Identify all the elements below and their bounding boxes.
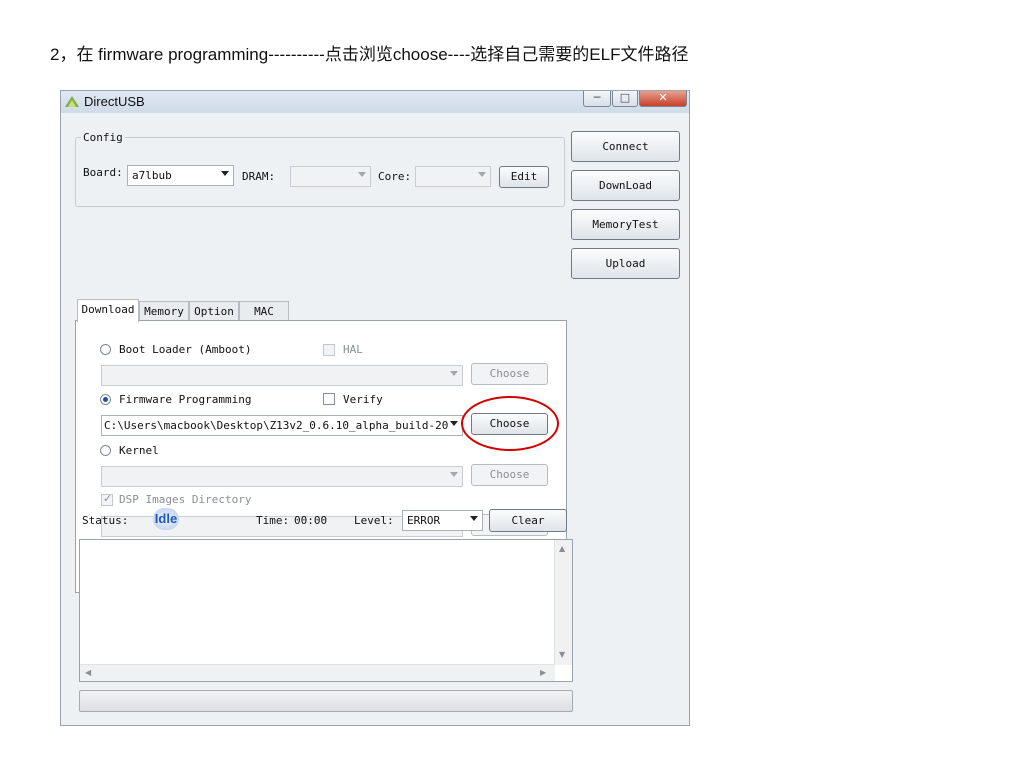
board-select[interactable]: a7lbub: [127, 165, 234, 186]
hal-checkbox[interactable]: [323, 344, 335, 356]
core-select[interactable]: [415, 166, 491, 187]
hal-label: HAL: [343, 343, 363, 356]
dram-select[interactable]: [290, 166, 371, 187]
instruction-caption: 2，在 firmware programming----------点击浏览ch…: [50, 45, 689, 64]
time-value: 00:00: [294, 514, 328, 527]
download-button[interactable]: DownLoad: [571, 170, 680, 201]
boot-loader-path-select[interactable]: [101, 365, 463, 386]
memory-test-button[interactable]: MemoryTest: [571, 209, 680, 240]
progress-bar: [79, 690, 573, 712]
board-value: a7lbub: [132, 169, 172, 182]
chevron-down-icon: [450, 421, 458, 426]
core-label: Core:: [378, 170, 412, 183]
verify-label: Verify: [343, 393, 383, 406]
dsp-images-label: DSP Images Directory: [119, 493, 252, 506]
clear-button[interactable]: Clear: [489, 509, 567, 532]
chevron-down-icon: [450, 371, 458, 376]
chevron-down-icon: [221, 171, 229, 176]
dsp-images-checkbox[interactable]: ✓: [101, 492, 113, 506]
tab-memory[interactable]: Memory: [139, 301, 189, 322]
kernel-label: Kernel: [119, 444, 159, 457]
chevron-down-icon: [478, 172, 486, 177]
tab-option[interactable]: Option: [189, 301, 239, 322]
arrow-right-icon[interactable]: ▶: [540, 668, 546, 677]
connect-button[interactable]: Connect: [571, 131, 680, 162]
log-horizontal-scrollbar[interactable]: ◀ ▶: [80, 664, 555, 681]
firmware-programming-radio[interactable]: [100, 394, 111, 405]
time-label: Time:: [256, 514, 290, 527]
minimize-button[interactable]: ─: [583, 91, 611, 107]
board-label: Board:: [83, 166, 123, 179]
config-group-label: Config: [81, 131, 125, 144]
chevron-down-icon: [358, 172, 366, 177]
verify-checkbox[interactable]: [323, 393, 335, 405]
maximize-button[interactable]: □: [612, 91, 638, 107]
close-button[interactable]: ✕: [639, 91, 687, 107]
log-output[interactable]: ▲ ▼ ◀ ▶: [79, 539, 573, 682]
kernel-choose-button[interactable]: Choose: [471, 464, 548, 486]
annotation-circle: [461, 396, 559, 451]
firmware-path-value: C:\Users\macbook\Desktop\Z13v2_0.6.10_al…: [104, 419, 449, 432]
kernel-radio[interactable]: [100, 445, 111, 456]
upload-button[interactable]: Upload: [571, 248, 680, 279]
status-label: Status:: [82, 514, 129, 527]
edit-button[interactable]: Edit: [499, 166, 549, 188]
firmware-programming-label: Firmware Programming: [119, 393, 252, 406]
boot-loader-choose-button[interactable]: Choose: [471, 363, 548, 385]
status-indicator: Idle: [153, 508, 179, 530]
arrow-up-icon[interactable]: ▲: [559, 544, 565, 553]
tab-mac[interactable]: MAC: [239, 301, 289, 322]
level-label: Level:: [354, 514, 394, 527]
window-title: DirectUSB: [84, 94, 145, 109]
boot-loader-label: Boot Loader (Amboot): [119, 343, 252, 356]
boot-loader-radio[interactable]: [100, 344, 111, 355]
firmware-path-select[interactable]: C:\Users\macbook\Desktop\Z13v2_0.6.10_al…: [101, 415, 463, 436]
chevron-down-icon: [450, 472, 458, 477]
log-vertical-scrollbar[interactable]: ▲ ▼: [554, 540, 572, 665]
arrow-down-icon[interactable]: ▼: [559, 650, 565, 659]
dram-label: DRAM:: [242, 170, 276, 183]
level-value: ERROR: [407, 514, 441, 527]
level-select[interactable]: ERROR: [402, 510, 483, 531]
chevron-down-icon: [470, 516, 478, 521]
title-bar: DirectUSB ─ □ ✕: [61, 91, 689, 113]
tab-download[interactable]: Download: [77, 299, 139, 322]
arrow-left-icon[interactable]: ◀: [85, 668, 91, 677]
directusb-app-icon: [65, 96, 79, 107]
kernel-path-select[interactable]: [101, 466, 463, 487]
